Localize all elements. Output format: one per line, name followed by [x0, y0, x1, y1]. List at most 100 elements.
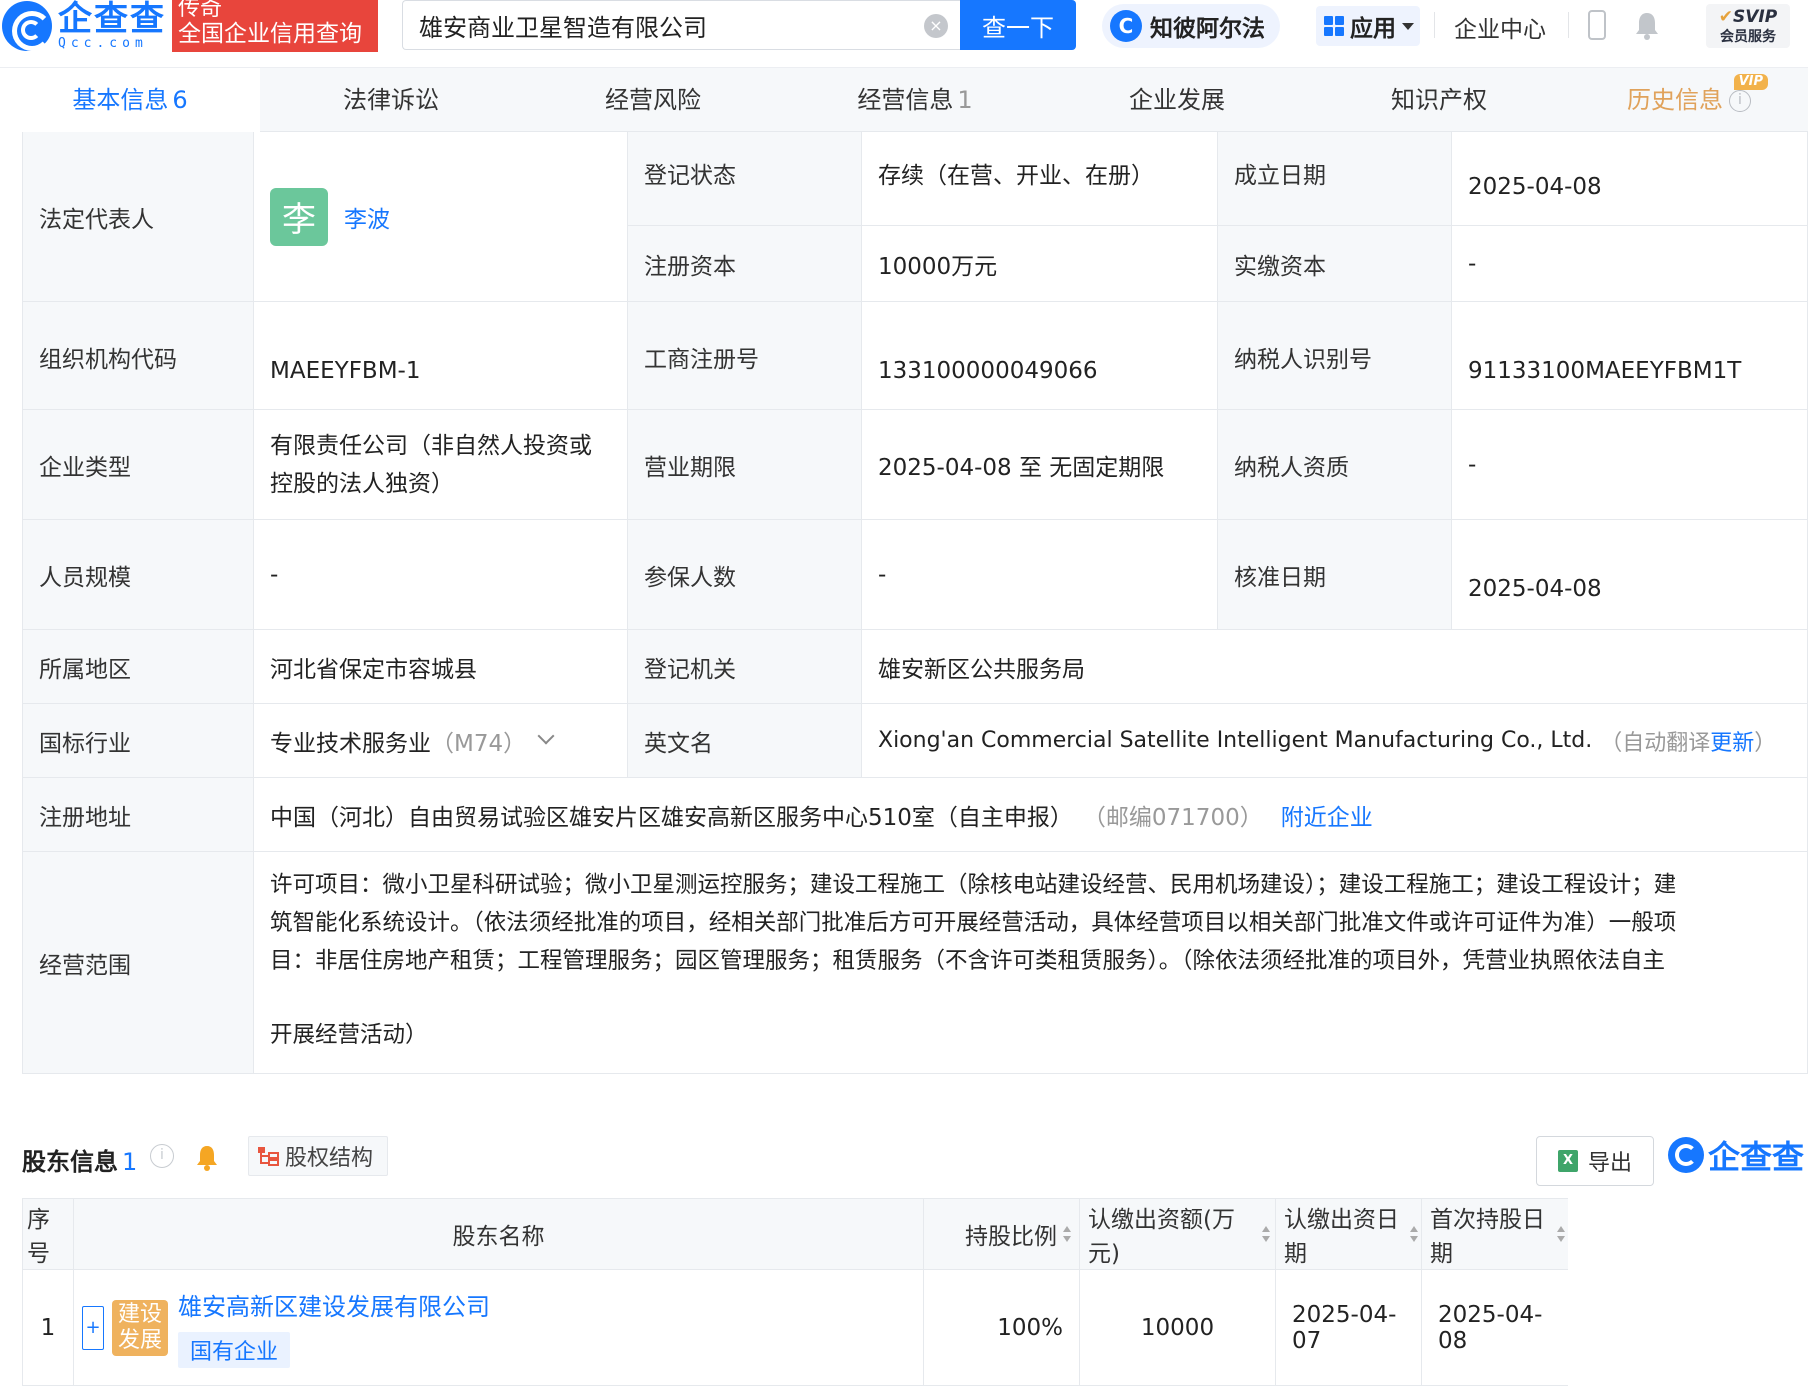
- update-link[interactable]: 更新: [1710, 725, 1754, 757]
- apps-menu-button[interactable]: 应用: [1316, 6, 1420, 46]
- english-name-cell: Xiong'an Commercial Satellite Intelligen…: [862, 704, 1808, 778]
- qcc-logo-icon: [1668, 1137, 1704, 1173]
- detail-tabs: 基本信息 6 法律诉讼 经营风险 经营信息 1 企业发展 知识产权 历史信息 i VI…: [0, 68, 1808, 132]
- paid-capital-label: 实缴资本: [1218, 226, 1452, 302]
- avatar[interactable]: 李: [270, 187, 328, 246]
- enterprise-center-link[interactable]: 企业中心: [1454, 10, 1546, 44]
- staff-size-label: 人员规模: [22, 520, 254, 630]
- legal-rep-label: 法定代表人: [22, 132, 254, 302]
- insured-label: 参保人数: [628, 520, 862, 630]
- english-name-label: 英文名: [628, 704, 862, 778]
- tab-history[interactable]: 历史信息 i VIP: [1570, 68, 1808, 132]
- shareholder-logo: 建设发展: [112, 1299, 168, 1356]
- ai-assistant-button[interactable]: C 知彼阿尔法: [1102, 4, 1280, 48]
- column-header-subscribe-date[interactable]: 认缴出资日期: [1276, 1198, 1422, 1270]
- expand-icon[interactable]: +: [82, 1305, 104, 1350]
- biz-reg-no-value: 133100000049066: [862, 302, 1218, 410]
- auto-translate-end: ）: [1754, 730, 1777, 756]
- watermark-text: 企查查: [1708, 1138, 1805, 1176]
- shareholder-name-link[interactable]: 雄安高新区建设发展有限公司: [178, 1287, 490, 1322]
- region-value: 河北省保定市容城县: [254, 630, 628, 704]
- shareholder-count: 1: [122, 1148, 138, 1176]
- qcc-watermark-logo: 企查查: [1668, 1132, 1804, 1178]
- search-value: 雄安商业卫星智造有限公司: [419, 13, 707, 42]
- follow-bell-icon[interactable]: [194, 1142, 220, 1172]
- mobile-app-icon[interactable]: [1588, 10, 1606, 40]
- top-header: 企查查 Qcc.com 传奇 全国企业信用查询 雄安商业卫星智造有限公司 × 查…: [0, 0, 1808, 68]
- org-code-label: 组织机构代码: [22, 302, 254, 410]
- reg-status-label: 登记状态: [628, 132, 862, 226]
- reg-authority-label: 登记机关: [628, 630, 862, 704]
- sort-icon[interactable]: [1063, 1226, 1071, 1242]
- svip-member-button[interactable]: ✔SVIP 会员服务: [1706, 4, 1790, 48]
- reg-capital-value: 10000万元: [862, 226, 1218, 302]
- address-label: 注册地址: [22, 778, 254, 852]
- equity-structure-button[interactable]: 股权结构: [248, 1136, 388, 1176]
- industry-cell[interactable]: 专业技术服务业 （M74）: [254, 704, 628, 778]
- insured-value: -: [862, 520, 1218, 630]
- scope-label: 经营范围: [22, 852, 254, 1074]
- industry-value: 专业技术服务业: [270, 730, 431, 757]
- reg-authority-value: 雄安新区公共服务局: [862, 630, 1808, 704]
- tab-business-info[interactable]: 经营信息 1: [784, 68, 1046, 132]
- ai-logo-icon: C: [1110, 10, 1142, 42]
- column-header-first-hold-date[interactable]: 首次持股日期: [1422, 1198, 1568, 1270]
- english-name-value: Xiong'an Commercial Satellite Intelligen…: [878, 728, 1593, 753]
- biz-term-label: 营业期限: [628, 410, 862, 520]
- export-label: 导出: [1587, 1151, 1632, 1176]
- est-date-label: 成立日期: [1218, 132, 1452, 226]
- shareholder-header: 股东信息 1 i 股权结构 X 导出 企查查: [22, 1128, 1808, 1188]
- tab-basic-info[interactable]: 基本信息 6: [0, 68, 260, 132]
- taxpayer-qual-value: -: [1452, 410, 1808, 520]
- staff-size-value: -: [254, 520, 628, 630]
- tab-legal-litigation[interactable]: 法律诉讼: [260, 68, 522, 132]
- promo-line2: 全国企业信用查询: [178, 21, 362, 47]
- scope-line: 许可项目：微小卫星科研试验；微小卫星测运控服务；建设工程施工（除核电站建设经营、…: [270, 872, 1677, 898]
- first-hold-date-value: 2025-04-08: [1422, 1270, 1568, 1386]
- industry-code: （M74）: [431, 730, 527, 757]
- divider: [1434, 12, 1435, 38]
- tab-business-risk[interactable]: 经营风险: [522, 68, 784, 132]
- legal-rep-link[interactable]: 李波: [344, 200, 390, 234]
- row-index: 1: [22, 1270, 74, 1386]
- legal-rep-cell: 李 李波: [254, 132, 628, 302]
- logo-domain: Qcc.com: [58, 36, 148, 51]
- approval-date-value: 2025-04-08: [1452, 520, 1808, 630]
- column-header-amount[interactable]: 认缴出资额(万元): [1080, 1198, 1276, 1270]
- tab-development[interactable]: 企业发展: [1046, 68, 1308, 132]
- est-date-value: 2025-04-08: [1452, 132, 1808, 226]
- clear-icon[interactable]: ×: [924, 14, 948, 38]
- tax-id-value: 91133100MAEEYFBM1T: [1452, 302, 1808, 410]
- column-header-ratio[interactable]: 持股比例: [924, 1198, 1080, 1270]
- sort-icon[interactable]: [1410, 1226, 1418, 1242]
- taxpayer-qual-label: 纳税人资质: [1218, 410, 1452, 520]
- biz-term-value: 2025-04-08 至 无固定期限: [862, 410, 1218, 520]
- search-input[interactable]: 雄安商业卫星智造有限公司 ×: [402, 0, 960, 50]
- promo-banner[interactable]: 传奇 全国企业信用查询: [172, 0, 378, 52]
- chevron-down-icon[interactable]: [537, 727, 555, 744]
- address-cell: 中国（河北）自由贸易试验区雄安片区雄安高新区服务中心510室（自主申报） （邮编…: [254, 778, 1808, 852]
- info-icon[interactable]: i: [1729, 90, 1751, 112]
- column-header-index: 序号: [22, 1198, 74, 1270]
- svip-sublabel: 会员服务: [1720, 29, 1776, 45]
- qcc-logo-icon: [2, 1, 52, 51]
- postcode: （邮编071700）: [1082, 804, 1263, 831]
- info-icon[interactable]: i: [150, 1144, 174, 1168]
- tax-id-label: 纳税人识别号: [1218, 302, 1452, 410]
- sort-icon[interactable]: [1261, 1226, 1271, 1242]
- sort-icon[interactable]: [1556, 1226, 1566, 1242]
- scope-line: 目：非居住房地产租赁；工程管理服务；园区管理服务；租赁服务（不含许可类租赁服务）…: [270, 948, 1666, 974]
- scope-line: 开展经营活动）: [270, 1022, 428, 1048]
- vip-badge: VIP: [1733, 74, 1768, 90]
- site-logo[interactable]: 企查查 Qcc.com: [0, 0, 166, 52]
- excel-icon: X: [1557, 1150, 1578, 1172]
- amount-value: 10000: [1080, 1270, 1276, 1386]
- reg-status-value: 存续（在营、开业、在册）: [862, 132, 1218, 226]
- notification-bell-icon[interactable]: [1634, 10, 1660, 40]
- export-button[interactable]: X 导出: [1536, 1136, 1654, 1186]
- nearby-companies-link[interactable]: 附近企业: [1281, 798, 1373, 832]
- chevron-down-icon: [1402, 22, 1414, 30]
- org-code-value: MAEEYFBM-1: [254, 302, 628, 410]
- search-button[interactable]: 查一下: [960, 0, 1076, 50]
- tab-ip[interactable]: 知识产权: [1308, 68, 1570, 132]
